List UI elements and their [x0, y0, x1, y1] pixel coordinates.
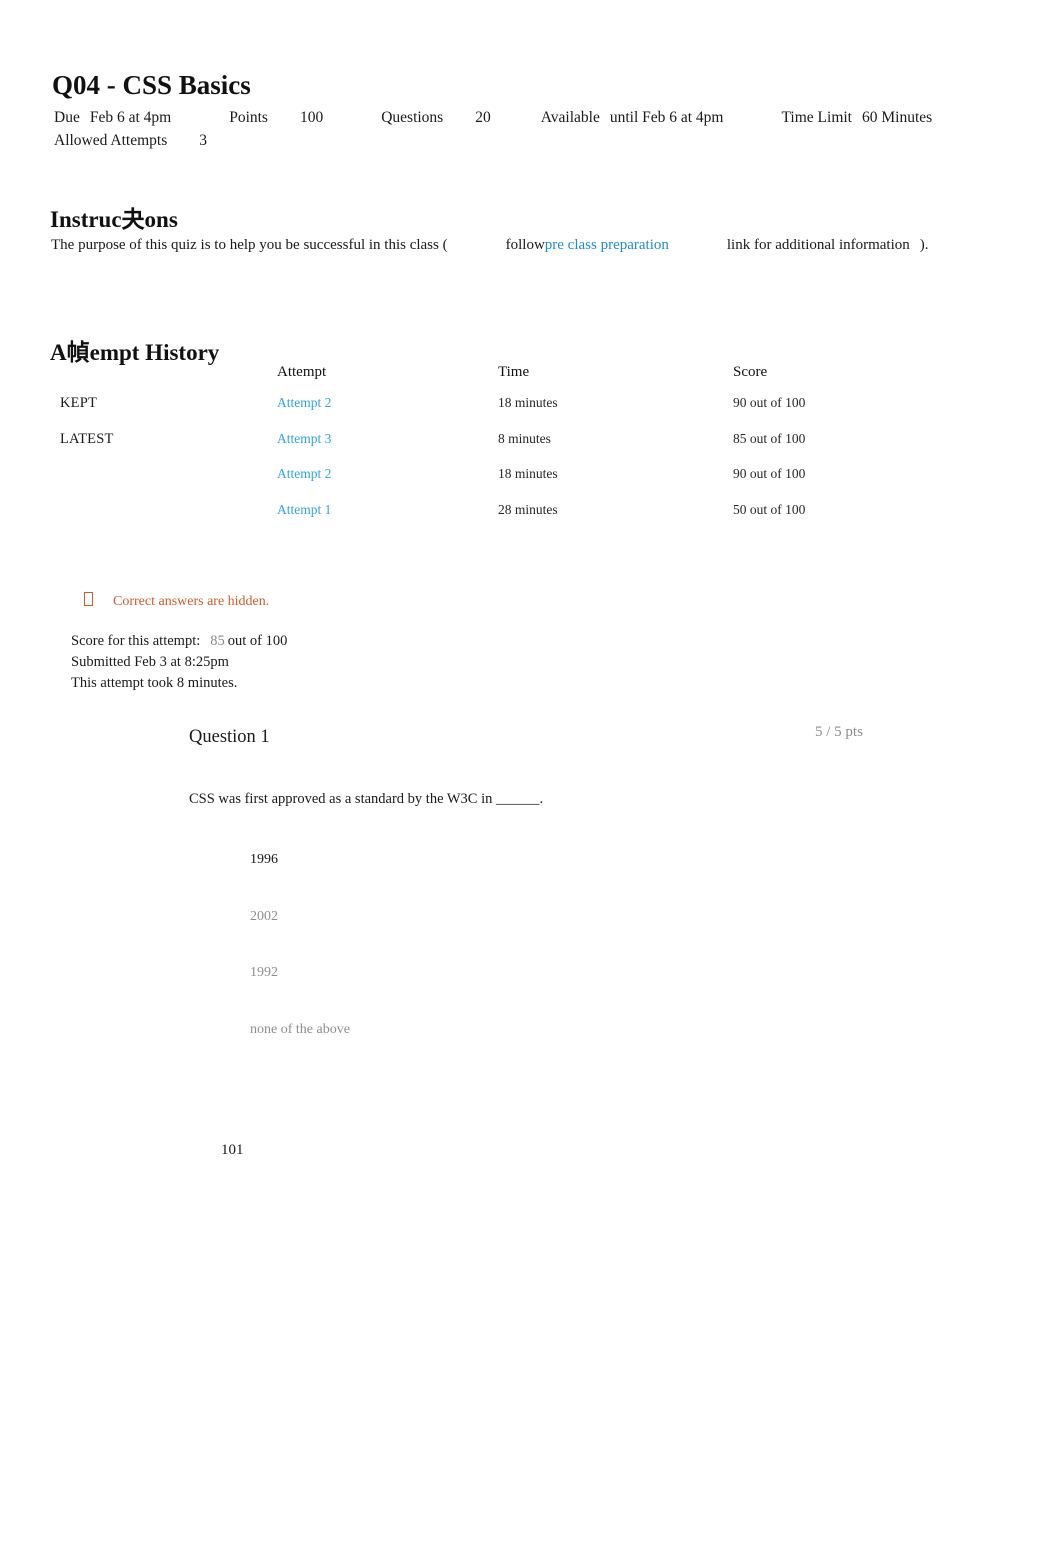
attempt-link-cell: Attempt 3 [277, 429, 331, 450]
column-header-attempt: Attempt [277, 364, 327, 380]
answer-label: none of the above [250, 1021, 350, 1037]
table-header-row: Attempt Time Score [0, 362, 1062, 393]
attempt-link-cell: Attempt 1 [277, 500, 331, 521]
submitted-timestamp: Submitted Feb 3 at 8:25pm [71, 654, 229, 670]
questions-value: 20 [475, 109, 491, 126]
attempt-duration: This attempt took 8 minutes. [71, 675, 238, 691]
attempt-score: 50 out of 100 [733, 501, 806, 517]
score-label: Score for this attempt: [71, 633, 201, 649]
answer-list: 1996 2002 1992 none of the above [0, 850, 1062, 1076]
answer-label: 1996 [250, 852, 278, 867]
allowed-attempts-label: Allowed Attempts [54, 132, 168, 149]
question-header: Question 1 5 / 5 pts [0, 724, 1062, 750]
answer-label: 2002 [250, 908, 278, 924]
instructions-follow-word: follow [505, 237, 545, 253]
table-row: KEPT Attempt 2 18 minutes 90 out of 100 [0, 393, 1062, 429]
attempt-score: 90 out of 100 [733, 395, 806, 410]
pre-class-preparation-link[interactable]: pre class preparation [545, 237, 669, 253]
attempt-link[interactable]: Attempt 3 [277, 431, 331, 446]
instructions-paragraph: The purpose of this quiz is to help you … [51, 235, 929, 256]
attempt-link[interactable]: Attempt 1 [277, 502, 331, 517]
column-header-score: Score [733, 364, 768, 380]
attempt-time: 18 minutes [498, 395, 558, 410]
attempt-time: 28 minutes [498, 501, 558, 517]
score-value: 85 [210, 633, 225, 649]
notice-text: Correct answers are hidden. [113, 594, 270, 609]
attempt-score-summary: Score for this attempt: 85 out of 100 Subm… [71, 631, 287, 694]
table-row: Attempt 2 18 minutes 90 out of 100 [0, 464, 1062, 500]
attempt-score: 90 out of 100 [733, 466, 806, 481]
available-value: until Feb 6 at 4pm [609, 109, 724, 126]
table-row: Attempt 1 28 minutes 50 out of 100 [0, 500, 1062, 536]
answer-label: 1992 [250, 965, 278, 980]
due-label: Due [54, 109, 80, 126]
question-prompt: CSS was first approved as a standard by … [189, 791, 544, 807]
attempt-history-table: Attempt Time Score KEPT Attempt 2 18 min… [0, 362, 1062, 535]
answer-option[interactable]: none of the above [0, 1020, 1062, 1077]
instructions-heading: Instruc夬ons [50, 207, 178, 233]
available-label: Available [540, 109, 600, 126]
allowed-attempts-value: 3 [199, 132, 207, 149]
instructions-text-before: The purpose of this quiz is to help you … [51, 237, 448, 253]
attempt-link[interactable]: Attempt 2 [277, 395, 331, 410]
score-for-attempt-row: Score for this attempt: 85 out of 100 [71, 631, 287, 652]
page-number: 101 [221, 1142, 244, 1158]
points-label: Points [229, 109, 268, 126]
question-title: Question 1 [189, 727, 270, 747]
attempt-link-cell: Attempt 2 [277, 464, 331, 485]
score-suffix: out of 100 [227, 633, 288, 649]
missing-glyph-box-icon [84, 592, 93, 606]
answer-option[interactable]: 1996 [0, 850, 1062, 907]
attempt-status-badge: KEPT [60, 395, 98, 411]
attempt-link-cell: Attempt 2 [277, 393, 331, 414]
attempt-score: 85 out of 100 [733, 430, 806, 446]
attempt-time: 18 minutes [498, 466, 558, 481]
question-points: 5 / 5 pts [815, 724, 863, 740]
quiz-meta-row-primary: Due Feb 6 at 4pm Points 100 Questions 20 Avail… [54, 107, 932, 129]
answer-option[interactable]: 2002 [0, 907, 1062, 964]
instructions-text-after: link for additional information [726, 237, 910, 253]
attempt-link[interactable]: Attempt 2 [277, 466, 331, 481]
due-value: Feb 6 at 4pm [89, 109, 172, 126]
table-row: LATEST Attempt 3 8 minutes 85 out of 100 [0, 429, 1062, 465]
time-limit-label: Time Limit [781, 109, 852, 126]
quiz-meta-row-secondary: Allowed Attempts 3 [54, 130, 207, 152]
points-value: 100 [299, 109, 324, 126]
page-title: Q04 - CSS Basics [52, 70, 251, 101]
instructions-text-close: ). [919, 237, 929, 253]
attempt-status-badge: LATEST [60, 430, 114, 447]
answer-option[interactable]: 1992 [0, 963, 1062, 1020]
questions-label: Questions [381, 109, 444, 126]
correct-answers-hidden-notice: Correct answers are hidden. [84, 592, 269, 612]
time-limit-value: 60 Minutes [861, 109, 933, 126]
attempt-time: 8 minutes [498, 430, 551, 446]
quiz-results-page: Q04 - CSS Basics Due Feb 6 at 4pm Points 10… [0, 0, 1062, 1561]
column-header-time: Time [498, 364, 530, 380]
